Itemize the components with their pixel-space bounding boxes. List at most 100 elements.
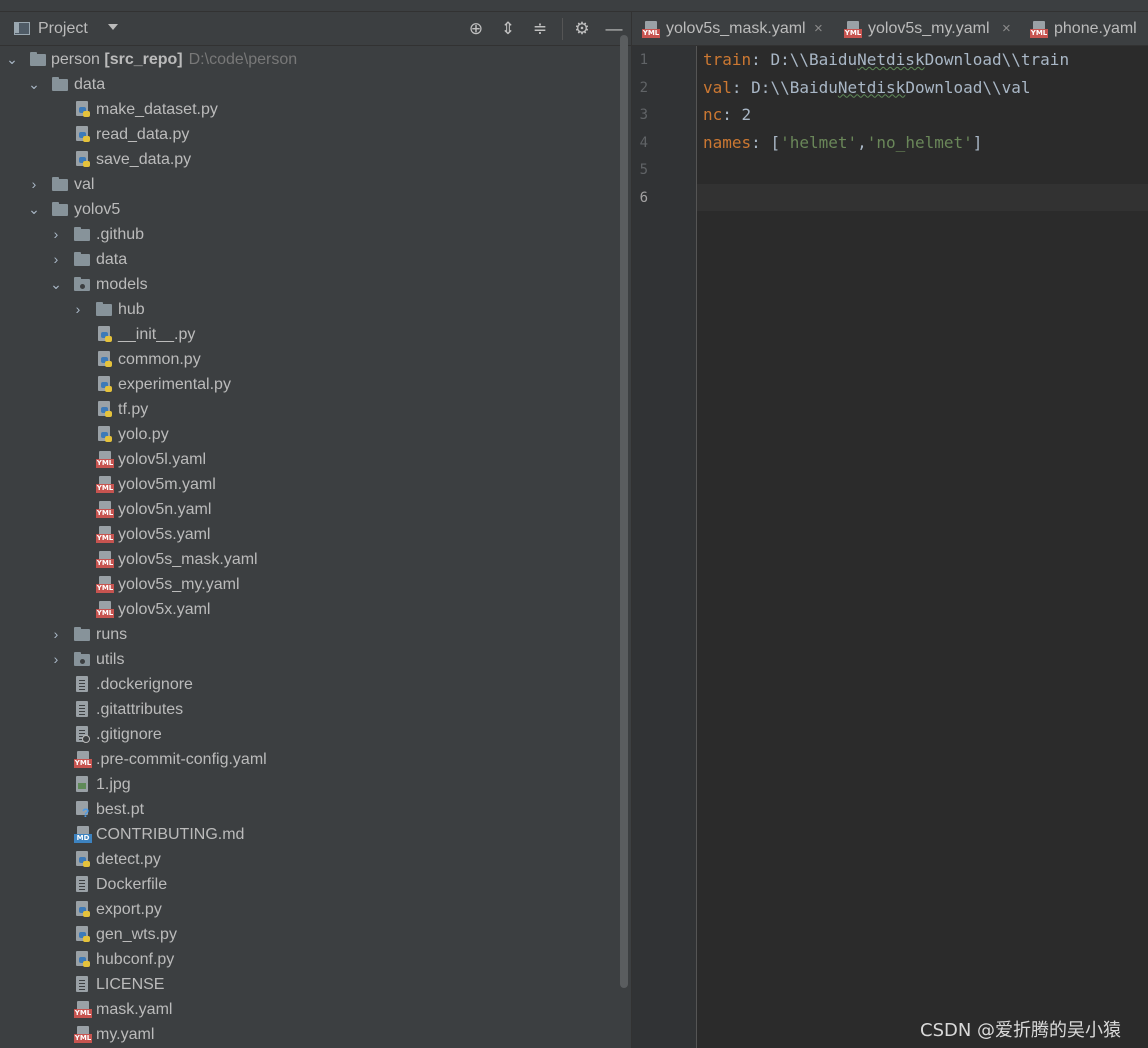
code-text: BaiduNetdisk [789, 77, 906, 97]
gear-icon[interactable]: ⚙ [571, 18, 593, 40]
line-number: 4 [639, 134, 648, 151]
expand-all-icon[interactable]: ⇕ [497, 18, 519, 40]
tree-item[interactable]: .gitattributes [0, 697, 620, 722]
tree-item[interactable]: YML yolov5s_my.yaml [0, 572, 620, 597]
chevron-down-icon[interactable]: ⌄ [26, 197, 42, 222]
tree-item-label: runs [96, 626, 128, 643]
code-text: Download\\train [924, 50, 1070, 69]
file-type-badge: YML [844, 29, 862, 38]
tree-item[interactable]: hubconf.py [0, 947, 620, 972]
tree-item[interactable]: › utils [0, 647, 620, 672]
tree-item[interactable]: yolo.py [0, 422, 620, 447]
chevron-down-icon[interactable]: ⌄ [26, 72, 42, 97]
chevron-right-icon[interactable]: › [48, 247, 64, 272]
tree-item[interactable]: LICENSE [0, 972, 620, 997]
chevron-right-icon[interactable]: › [48, 647, 64, 672]
tree-item[interactable]: YML my.yaml [0, 1022, 620, 1047]
tree-item[interactable]: tf.py [0, 397, 620, 422]
file-type-badge: YML [74, 1034, 92, 1043]
tree-root-person[interactable]: ⌄ person [src_repo] D:\code\person [0, 47, 620, 72]
view-dropdown-icon[interactable] [108, 24, 118, 30]
close-icon[interactable]: × [814, 12, 823, 45]
tree-item[interactable]: __init__.py [0, 322, 620, 347]
yaml-file-icon: YML [1030, 21, 1048, 38]
chevron-down-icon[interactable]: ⌄ [48, 272, 64, 297]
tree-item-label: .pre-commit-config.yaml [96, 751, 267, 768]
root-label: person [src_repo] D:\code\person [51, 47, 297, 72]
chevron-right-icon[interactable]: › [48, 222, 64, 247]
chevron-right-icon[interactable]: › [26, 172, 42, 197]
python-logo-yellow [83, 161, 90, 167]
chevron-right-icon[interactable]: › [48, 622, 64, 647]
root-name: person [51, 51, 100, 68]
editor-tab[interactable]: YML phone.yaml [1030, 12, 1148, 45]
chevron-down-icon[interactable]: ⌄ [4, 47, 20, 72]
tree-item[interactable]: YML yolov5s.yaml [0, 522, 620, 547]
tree-item[interactable]: ? best.pt [0, 797, 620, 822]
project-panel: Project ⊕ ⇕ ≑ ⚙ — ⌄ person [src_repo] D:\… [0, 12, 632, 1048]
tree-item[interactable]: common.py [0, 347, 620, 372]
image-file-icon [74, 776, 91, 793]
editor-tab[interactable]: YML yolov5s_mask.yaml × [642, 12, 832, 45]
file-type-badge: YML [96, 534, 114, 543]
tree-item[interactable]: MD CONTRIBUTING.md [0, 822, 620, 847]
close-icon[interactable]: × [1002, 12, 1011, 45]
tree-item-label: yolov5s.yaml [118, 526, 211, 543]
tree-item[interactable]: › .github [0, 222, 620, 247]
tree-item[interactable]: read_data.py [0, 122, 620, 147]
tree-item-label: gen_wts.py [96, 926, 177, 943]
tree-item[interactable]: ⌄ models [0, 272, 620, 297]
tree-item[interactable]: save_data.py [0, 147, 620, 172]
tree-item[interactable]: export.py [0, 897, 620, 922]
tree-item[interactable]: YML yolov5n.yaml [0, 497, 620, 522]
tree-item[interactable]: ⌄ yolov5 [0, 197, 620, 222]
tree-item-label: save_data.py [96, 151, 192, 168]
editor-tab[interactable]: YML yolov5s_my.yaml × [844, 12, 1034, 45]
tree-item[interactable]: YML yolov5s_mask.yaml [0, 547, 620, 572]
project-scrollbar[interactable] [620, 35, 628, 988]
yaml-file-icon: YML [96, 576, 114, 593]
tree-item[interactable]: YML .pre-commit-config.yaml [0, 747, 620, 772]
tree-item-label: yolov5l.yaml [118, 451, 207, 468]
tree-item[interactable]: › val [0, 172, 620, 197]
python-logo-yellow [83, 861, 90, 867]
python-logo-yellow [105, 361, 112, 367]
tree-item[interactable]: Dockerfile [0, 872, 620, 897]
tree-item-label: best.pt [96, 801, 145, 818]
python-logo-yellow [83, 111, 90, 117]
tree-item[interactable]: › runs [0, 622, 620, 647]
tree-item[interactable]: experimental.py [0, 372, 620, 397]
tree-item[interactable]: make_dataset.py [0, 97, 620, 122]
python-file-icon [74, 126, 91, 143]
tree-item[interactable]: YML mask.yaml [0, 997, 620, 1022]
tree-item-label: my.yaml [96, 1026, 155, 1043]
project-view-icon [14, 22, 30, 35]
tree-item[interactable]: gen_wts.py [0, 922, 620, 947]
python-file-icon [74, 151, 91, 168]
tree-item-label: export.py [96, 901, 162, 918]
code-line: train: D:\\BaiduNetdiskDownload\\train [703, 46, 1069, 73]
chevron-right-icon[interactable]: › [70, 297, 86, 322]
tree-item[interactable]: YML yolov5m.yaml [0, 472, 620, 497]
python-logo-yellow [83, 136, 90, 142]
project-panel-title[interactable]: Project [38, 20, 88, 38]
tree-item[interactable]: YML yolov5l.yaml [0, 447, 620, 472]
tree-item[interactable]: YML yolov5x.yaml [0, 597, 620, 622]
tree-item[interactable]: › data [0, 247, 620, 272]
tree-item-label: yolov5x.yaml [118, 601, 211, 618]
code-editor[interactable]: train: D:\\BaiduNetdiskDownload\\train va… [697, 46, 1148, 1048]
tree-item[interactable]: 1.jpg [0, 772, 620, 797]
locate-icon[interactable]: ⊕ [465, 18, 487, 40]
tree-item[interactable]: detect.py [0, 847, 620, 872]
tree-item[interactable]: .gitignore [0, 722, 620, 747]
python-file-icon [74, 851, 91, 868]
tree-item[interactable]: ⌄ data [0, 72, 620, 97]
folder-icon [74, 626, 91, 643]
file-type-badge: YML [1030, 29, 1048, 38]
tree-item[interactable]: .dockerignore [0, 672, 620, 697]
collapse-all-icon[interactable]: ≑ [529, 18, 551, 40]
tree-item-label: tf.py [118, 401, 149, 418]
tree-item[interactable]: › hub [0, 297, 620, 322]
tree-item-label: read_data.py [96, 126, 190, 143]
yaml-file-icon: YML [96, 501, 114, 518]
